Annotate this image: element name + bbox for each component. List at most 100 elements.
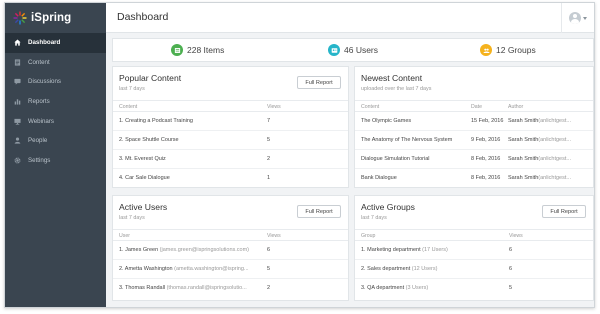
full-report-button[interactable]: Full Report — [297, 76, 341, 89]
table-row[interactable]: 2. Ametta Washington (ametta.washington@… — [113, 260, 348, 279]
user-cell[interactable]: 3. Thomas Randall (thomas.randall@isprin… — [119, 285, 265, 291]
table-row[interactable]: 1. James Green (james.green@ispringsolut… — [113, 241, 348, 260]
sidebar-item-discussions[interactable]: Discussions — [5, 72, 106, 92]
table-row[interactable]: The Olympic Games 15 Feb, 2016 Sarah Smi… — [355, 112, 593, 131]
page-title: Dashboard — [117, 11, 169, 23]
user-name: 1. James Green — [119, 247, 159, 253]
sidebar-item-label: Webinars — [28, 117, 55, 125]
full-report-button[interactable]: Full Report — [297, 205, 341, 218]
views-value: 5 — [267, 266, 271, 272]
views-value: 6 — [509, 266, 513, 272]
views-value: 7 — [267, 118, 271, 124]
table-row[interactable]: The Anatomy of The Nervous System 9 Feb,… — [355, 131, 593, 150]
stat-groups[interactable]: 12 Groups — [480, 44, 536, 56]
author-email: (anlichtgest... — [538, 156, 571, 162]
group-count: (17 Users) — [422, 247, 448, 253]
table-row[interactable]: 4. Car Sale Dialogue 1 — [113, 169, 348, 188]
user-cell[interactable]: 1. James Green (james.green@ispringsolut… — [119, 247, 265, 253]
group-name: 1. Marketing department — [361, 247, 421, 253]
author-cell: Sarah Smith(anlichtgest... — [508, 137, 592, 143]
chevron-down-icon — [583, 16, 587, 20]
table-row[interactable]: 3. QA department (3 Users) 5 — [355, 279, 593, 298]
table-row[interactable]: 3. Thomas Randall (thomas.randall@isprin… — [113, 279, 348, 298]
table-header: Content Date Author — [355, 100, 593, 112]
stat-users[interactable]: 46 Users — [328, 44, 378, 56]
sidebar-item-label: Content — [28, 58, 50, 66]
stat-items-label: 228 Items — [187, 45, 225, 55]
popular-content-card: Popular Content last 7 days Full Report … — [112, 66, 349, 188]
column-header: Content — [119, 104, 138, 110]
newest-content-card: Newest Content uploaded over the last 7 … — [354, 66, 594, 188]
home-icon — [14, 39, 21, 46]
user-menu[interactable] — [561, 3, 594, 33]
sidebar: iSpring Dashboard Content Discussions Re… — [5, 3, 106, 307]
items-icon — [171, 44, 183, 56]
sidebar-item-label: People — [28, 137, 48, 145]
author-cell: Sarah Smith(anlichtgest... — [508, 118, 592, 124]
author-cell: Sarah Smith(anlichtgest... — [508, 156, 592, 162]
group-cell[interactable]: 2. Sales department (12 Users) — [361, 266, 437, 272]
logo[interactable]: iSpring — [5, 3, 106, 33]
date-value: 8 Feb, 2016 — [471, 175, 501, 181]
bar-chart-icon — [14, 99, 21, 105]
stat-groups-label: 12 Groups — [496, 45, 536, 55]
content-link[interactable]: 3. Mt. Everest Quiz — [119, 156, 166, 162]
group-cell[interactable]: 1. Marketing department (17 Users) — [361, 247, 448, 253]
content-link[interactable]: Dialogue Simulation Tutorial — [361, 156, 429, 162]
author-email: (anlichtgest... — [538, 175, 571, 181]
views-value: 2 — [267, 285, 271, 291]
author-name: Sarah Smith — [508, 137, 539, 143]
content-link[interactable]: 4. Car Sale Dialogue — [119, 175, 170, 181]
author-name: Sarah Smith — [508, 175, 539, 181]
content-link[interactable]: 2. Space Shuttle Course — [119, 137, 179, 143]
sidebar-item-webinars[interactable]: Webinars — [5, 111, 106, 131]
author-email: (anlichtgest... — [538, 118, 571, 124]
group-name: 2. Sales department — [361, 266, 411, 272]
card-subtitle: uploaded over the last 7 days — [361, 86, 432, 92]
views-value: 1 — [267, 175, 271, 181]
app-window: iSpring Dashboard Content Discussions Re… — [4, 2, 595, 308]
user-name: 2. Ametta Washington — [119, 266, 173, 272]
table-row[interactable]: 2. Sales department (12 Users) 6 — [355, 260, 593, 279]
column-header: Date — [471, 104, 482, 110]
table-header: Content Views — [113, 100, 348, 112]
author-name: Sarah Smith — [508, 118, 539, 124]
user-cell[interactable]: 2. Ametta Washington (ametta.washington@… — [119, 266, 265, 272]
content-link[interactable]: The Olympic Games — [361, 118, 411, 124]
table-row[interactable]: Dialogue Simulation Tutorial 8 Feb, 2016… — [355, 150, 593, 169]
content-link[interactable]: 1. Creating a Podcast Training — [119, 118, 193, 124]
column-header: Content — [361, 104, 380, 110]
table-header: User Views — [113, 229, 348, 241]
user-name: 3. Thomas Randall — [119, 285, 166, 291]
date-value: 9 Feb, 2016 — [471, 137, 501, 143]
table-row[interactable]: 2. Space Shuttle Course 5 — [113, 131, 348, 150]
user-email: (ametta.washington@ispring... — [174, 266, 249, 272]
person-icon — [14, 137, 21, 144]
table-row[interactable]: 1. Marketing department (17 Users) 6 — [355, 241, 593, 260]
top-header: Dashboard — [106, 3, 594, 33]
active-users-card: Active Users last 7 days Full Report Use… — [112, 195, 349, 301]
sidebar-item-dashboard[interactable]: Dashboard — [5, 33, 106, 53]
sidebar-item-settings[interactable]: Settings — [5, 151, 106, 171]
gear-icon — [14, 157, 21, 164]
table-row[interactable]: Bank Dialogue 8 Feb, 2016 Sarah Smith(an… — [355, 169, 593, 188]
column-header: User — [119, 233, 130, 239]
content-link[interactable]: Bank Dialogue — [361, 175, 397, 181]
active-groups-card: Active Groups last 7 days Full Report Gr… — [354, 195, 594, 301]
stat-items[interactable]: 228 Items — [171, 44, 224, 56]
monitor-icon — [14, 118, 21, 125]
stats-bar: 228 Items 46 Users 12 Groups — [112, 38, 594, 62]
sidebar-item-content[interactable]: Content — [5, 53, 106, 73]
group-cell[interactable]: 3. QA department (3 Users) — [361, 285, 428, 291]
avatar — [569, 12, 581, 24]
table-row[interactable]: 1. Creating a Podcast Training 7 — [113, 112, 348, 131]
content-link[interactable]: The Anatomy of The Nervous System — [361, 137, 452, 143]
card-subtitle: last 7 days — [361, 215, 387, 221]
author-cell: Sarah Smith(anlichtgest... — [508, 175, 592, 181]
table-row[interactable]: 3. Mt. Everest Quiz 2 — [113, 150, 348, 169]
sidebar-item-reports[interactable]: Reports — [5, 92, 106, 112]
sidebar-item-people[interactable]: People — [5, 131, 106, 151]
card-title: Active Users — [119, 202, 168, 212]
full-report-button[interactable]: Full Report — [542, 205, 586, 218]
ispring-logo-icon — [13, 11, 27, 25]
